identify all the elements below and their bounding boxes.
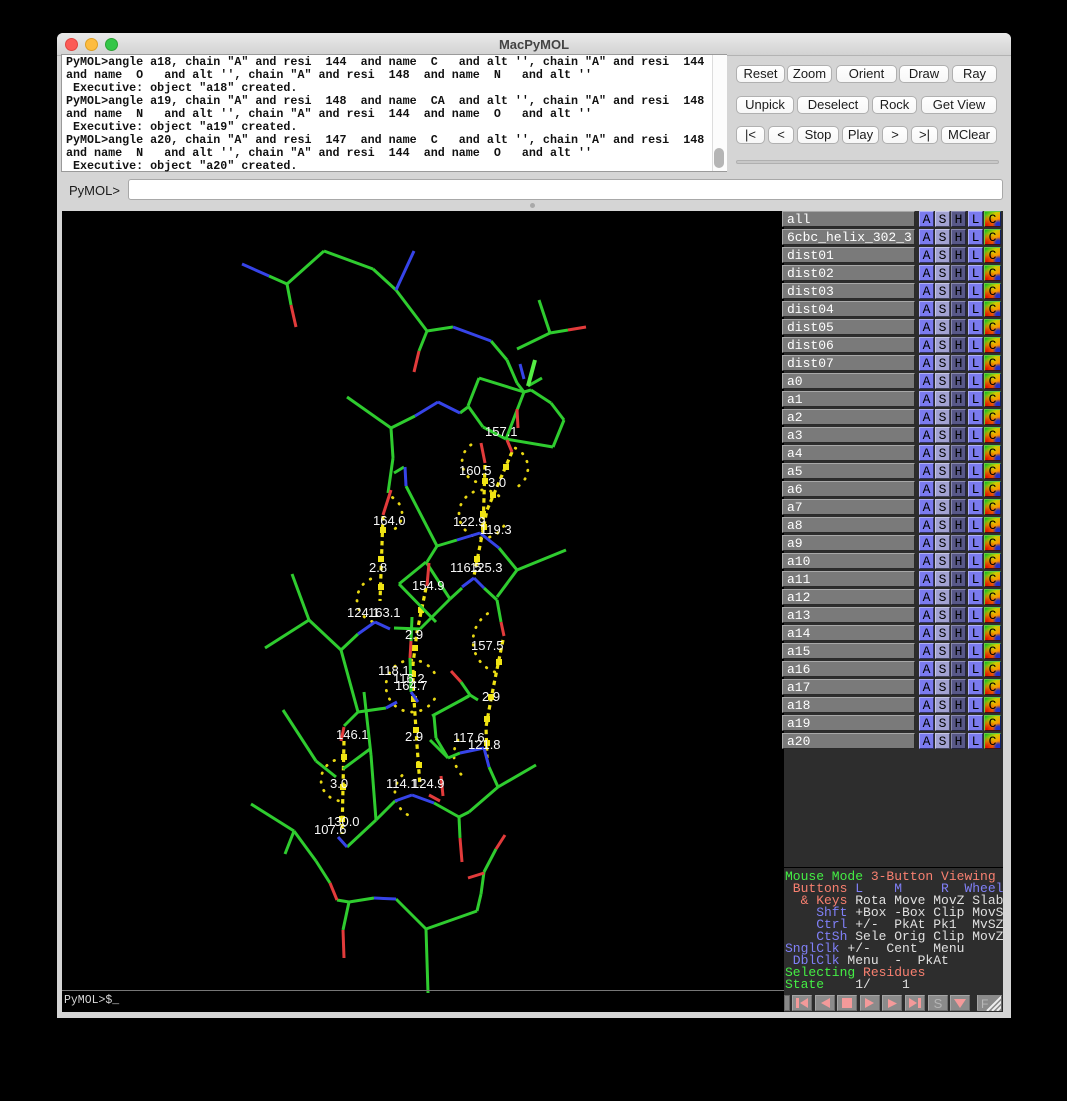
svg-text:124.9: 124.9	[412, 776, 445, 791]
svg-text:157.1: 157.1	[485, 424, 518, 439]
svg-text:157.5: 157.5	[471, 638, 504, 653]
svg-text:2.8: 2.8	[369, 560, 387, 575]
svg-text:107.6: 107.6	[314, 822, 347, 837]
svg-text:2.9: 2.9	[482, 689, 500, 704]
svg-text:2.9: 2.9	[405, 627, 423, 642]
svg-text:164.0: 164.0	[373, 513, 406, 528]
svg-text:163.1: 163.1	[368, 605, 401, 620]
svg-text:3.0: 3.0	[330, 776, 348, 791]
svg-text:2.9: 2.9	[405, 729, 423, 744]
svg-text:125.3: 125.3	[470, 560, 503, 575]
svg-text:146.1: 146.1	[336, 727, 369, 742]
svg-text:119.3: 119.3	[480, 522, 512, 537]
svg-text:154.9: 154.9	[412, 578, 445, 593]
svg-text:F: F	[981, 997, 988, 1011]
svg-text:160.5: 160.5	[459, 463, 492, 478]
svg-text:164.7: 164.7	[395, 678, 428, 693]
svg-text:121.8: 121.8	[468, 737, 501, 752]
svg-text:3.0: 3.0	[488, 475, 506, 490]
